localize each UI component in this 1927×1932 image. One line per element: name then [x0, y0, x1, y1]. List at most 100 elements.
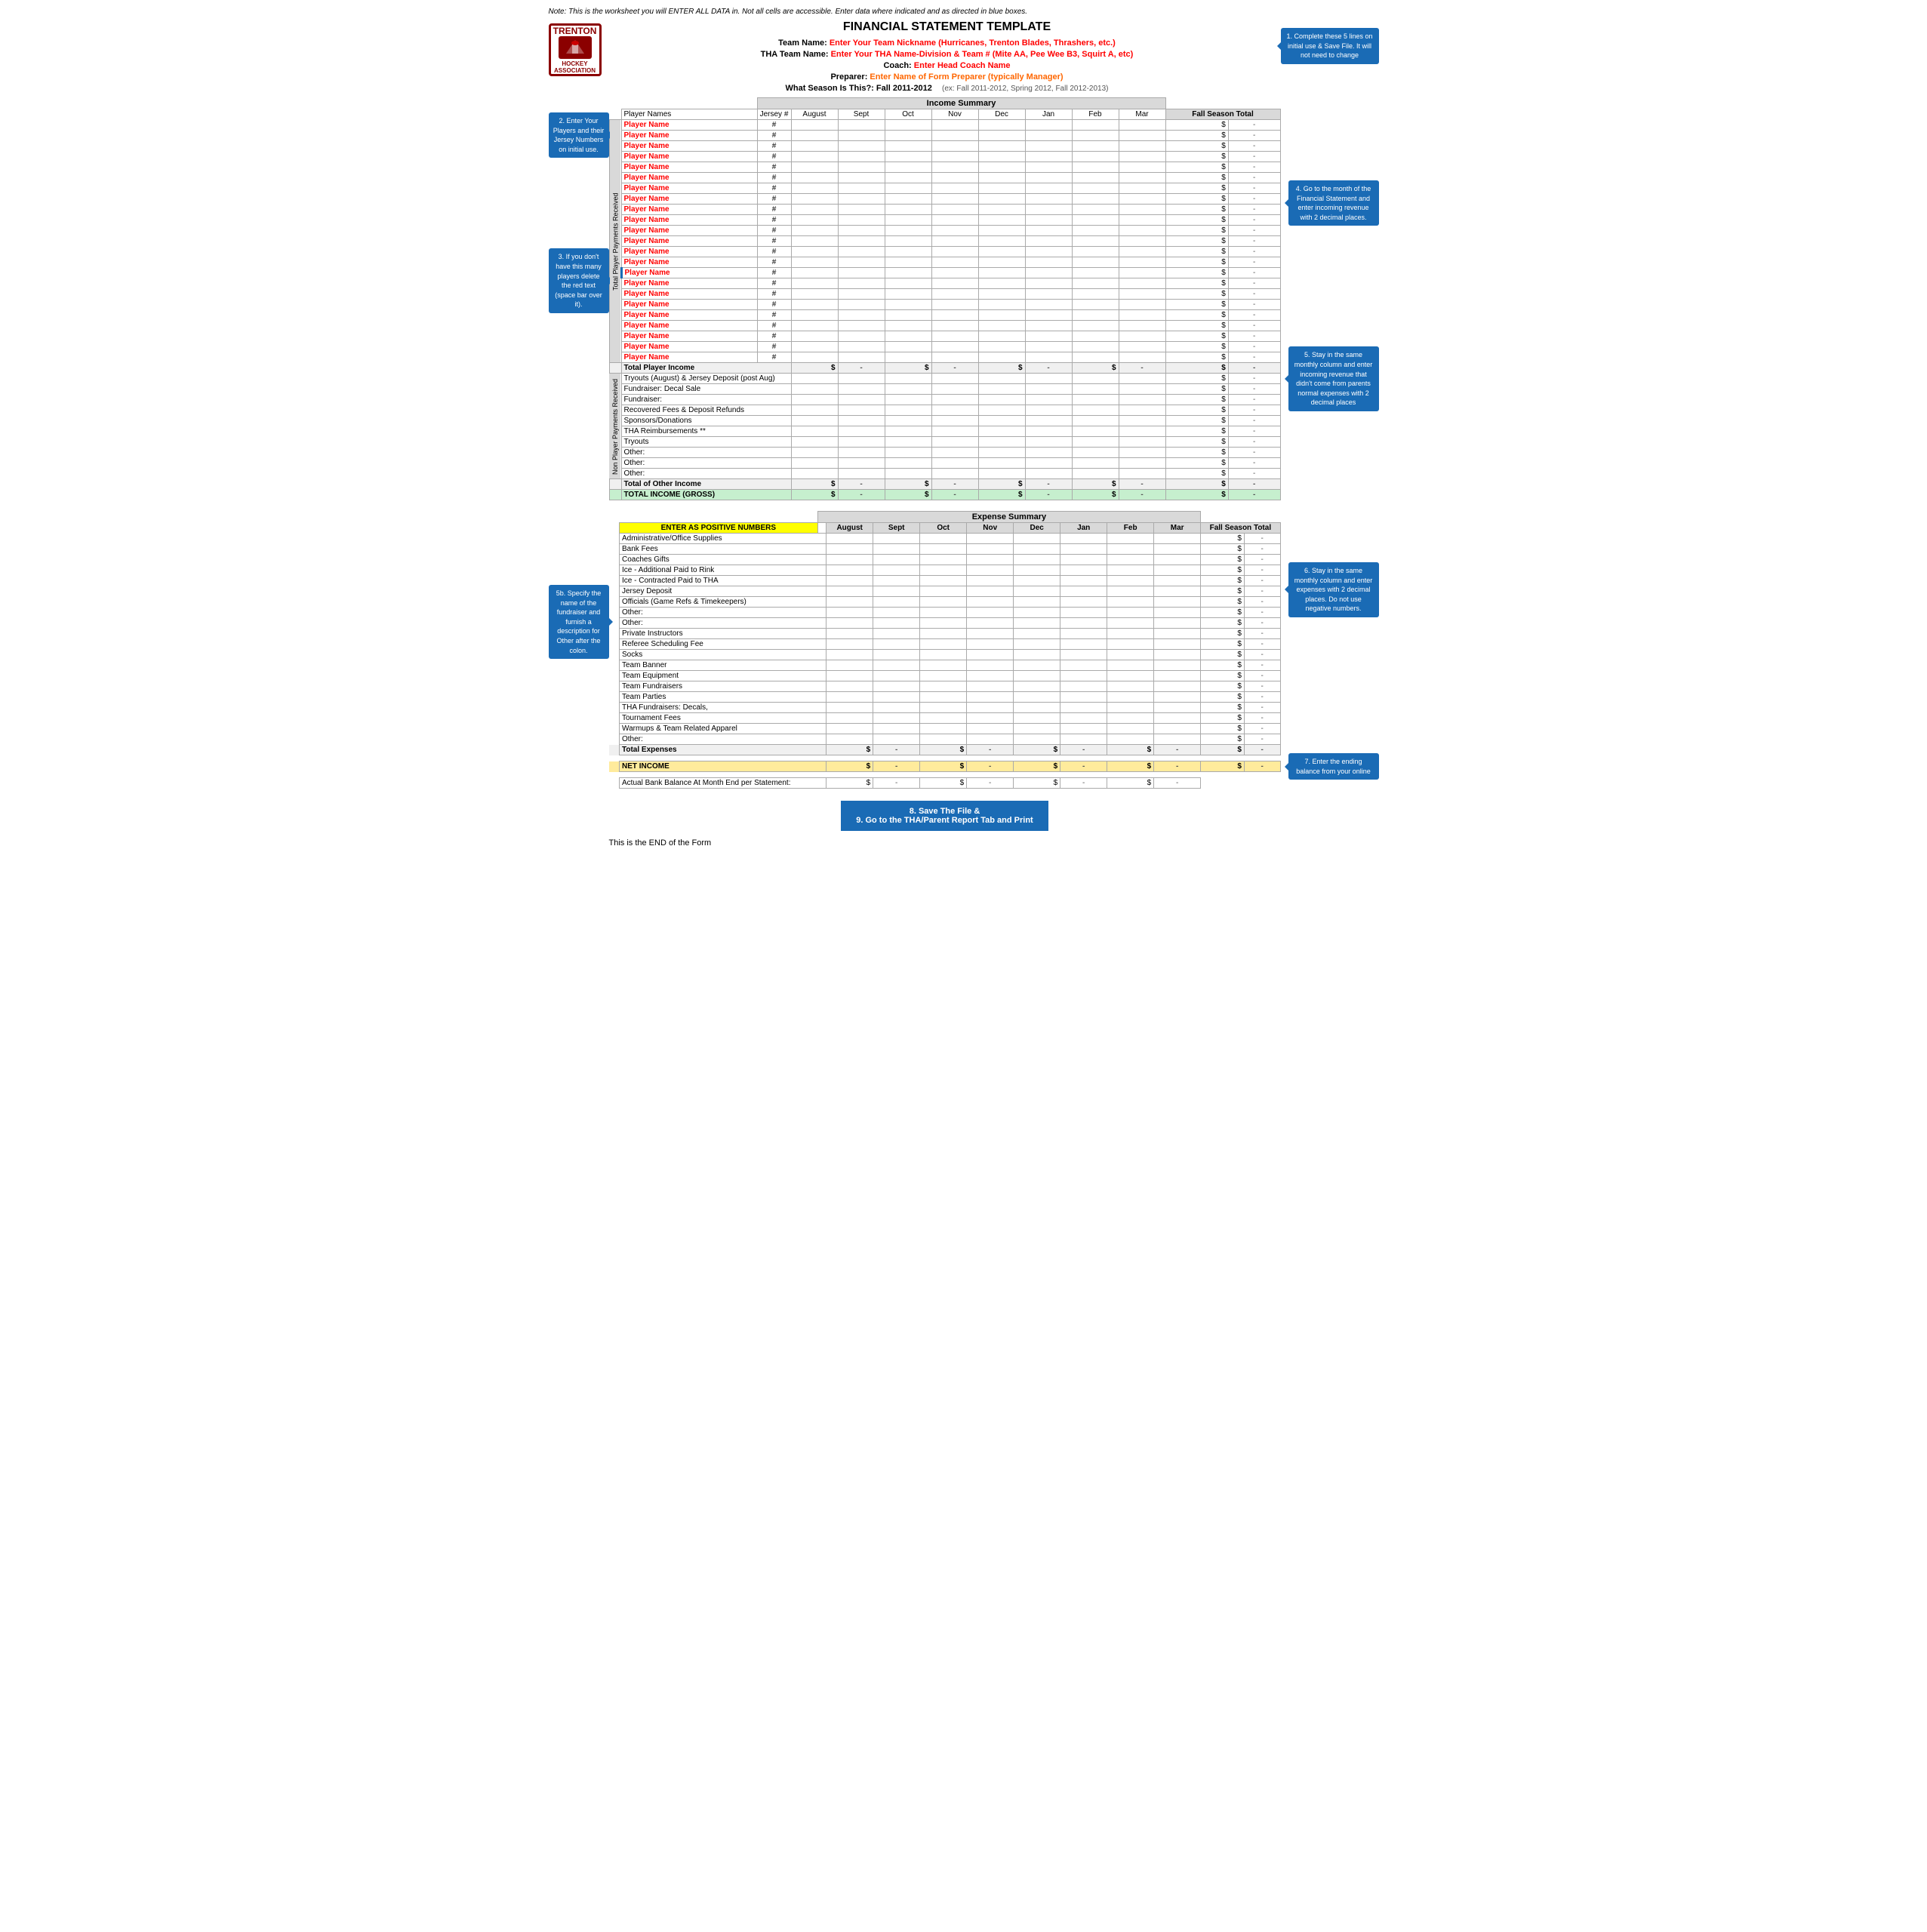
season-example: (ex: Fall 2011-2012, Spring 2012, Fall 2…: [942, 85, 1109, 93]
expense-row-11: Referee Scheduling Fee $-: [609, 639, 1281, 650]
expense-row-13: Team Banner $-: [609, 660, 1281, 671]
expense-row-8: Other: $-: [609, 608, 1281, 618]
logo-image: [559, 36, 592, 59]
team-name-value: Enter Your Team Nickname (Hurricanes, Tr…: [830, 38, 1116, 48]
end-note: This is the END of the Form: [609, 838, 1281, 848]
feb-header: Feb: [1072, 109, 1119, 120]
tip2-box: 2. Enter Your Players and their Jersey N…: [549, 112, 609, 158]
player-row-12: Player Name # $-: [609, 236, 1280, 247]
player-row-20: Player Name # $-: [609, 321, 1280, 331]
tha-value: Enter Your THA Name-Division & Team # (M…: [831, 50, 1134, 59]
expense-row-17: THA Fundraisers: Decals, $-: [609, 703, 1281, 713]
non-player-row-9: Other: $-: [609, 458, 1280, 469]
season-line: What Season Is This?: Fall 2011-2012 (ex…: [614, 84, 1281, 93]
expense-row-12: Socks $-: [609, 650, 1281, 660]
player-row-19: Player Name # $-: [609, 310, 1280, 321]
preparer-label: Preparer:: [830, 72, 867, 82]
player-row-17: Player Name # $-: [609, 289, 1280, 300]
aug-header: August: [791, 109, 838, 120]
expense-row-3: Coaches Gifts $-: [609, 555, 1281, 565]
dec-header: Dec: [978, 109, 1025, 120]
expense-row-5: Ice - Contracted Paid to THA $-: [609, 576, 1281, 586]
player-row-6: Player Name # $-: [609, 173, 1280, 183]
tha-line: THA Team Name: Enter Your THA Name-Divis…: [614, 50, 1281, 59]
income-summary-header: Income Summary: [757, 98, 1165, 109]
player-row-13: Player Name # $-: [609, 247, 1280, 257]
non-player-rotated: Non Player Payments Received: [609, 374, 621, 479]
total-income-gross-label: TOTAL INCOME (GROSS): [621, 490, 791, 500]
player-row-10: Player Name # $-: [609, 215, 1280, 226]
expense-table: Expense Summary ENTER AS POSITIVE NUMBER…: [609, 511, 1281, 789]
non-player-row-3: Fundraiser: $-: [609, 395, 1280, 405]
preparer-line: Preparer: Enter Name of Form Preparer (t…: [614, 72, 1281, 82]
bottom-buttons: 8. Save The File & 9. Go to the THA/Pare…: [609, 801, 1281, 831]
team-name-line: Team Name: Enter Your Team Nickname (Hur…: [614, 38, 1281, 48]
player-row-2: Player Name # $-: [609, 131, 1280, 141]
coach-label: Coach:: [883, 61, 911, 70]
non-player-row-2: Fundraiser: Decal Sale $-: [609, 384, 1280, 395]
net-income-label: NET INCOME: [620, 761, 827, 772]
total-player-income-label: Total Player Income: [621, 363, 791, 374]
tip7-box: 7. Enter the ending balance from your on…: [1288, 753, 1379, 780]
player-row-22: Player Name # $-: [609, 342, 1280, 352]
player-row-14: Player Name # $-: [609, 257, 1280, 268]
player-name-2[interactable]: Player Name: [621, 131, 757, 141]
total-other-income-label: Total of Other Income: [621, 479, 791, 490]
expense-row-19: Warmups & Team Related Apparel $-: [609, 724, 1281, 734]
expense-row-9: Other: $-: [609, 618, 1281, 629]
player-row-3: Player Name # $-: [609, 141, 1280, 152]
logo-text-hockey: HOCKEYASSOCIATION: [554, 60, 596, 74]
expense-row-4: Ice - Additional Paid to Rink $-: [609, 565, 1281, 576]
total-expenses-row: Total Expenses $- $- $- $- $-: [609, 745, 1281, 755]
sept-header: Sept: [838, 109, 885, 120]
season-value: Fall 2011-2012: [876, 84, 932, 93]
season-label: What Season Is This?:: [785, 84, 873, 93]
preparer-value: Enter Name of Form Preparer (typically M…: [870, 72, 1063, 82]
non-player-row-5: Sponsors/Donations $-: [609, 416, 1280, 426]
total-player-income-row: Total Player Income $- $- $- $- $-: [609, 363, 1280, 374]
expense-row-15: Team Fundraisers $-: [609, 681, 1281, 692]
outer-layout: 2. Enter Your Players and their Jersey N…: [549, 97, 1379, 848]
expense-row-2: Bank Fees $-: [609, 544, 1281, 555]
tip5b-box: 5b. Specify the name of the fundraiser a…: [549, 585, 609, 659]
expense-row-6: Jersey Deposit $-: [609, 586, 1281, 597]
fall-season-header: Fall Season Total: [1165, 109, 1280, 120]
title-area: FINANCIAL STATEMENT TEMPLATE Team Name: …: [614, 20, 1281, 93]
expense-row-7: Officials (Game Refs & Timekeepers) $-: [609, 597, 1281, 608]
player-row-11: Player Name # $-: [609, 226, 1280, 236]
expense-summary-header: Expense Summary: [817, 512, 1201, 523]
expense-row-20: Other: $-: [609, 734, 1281, 745]
jersey-header: Jersey #: [757, 109, 791, 120]
bank-balance-row: Actual Bank Balance At Month End per Sta…: [609, 778, 1281, 789]
income-table: Income Summary Player Names Jersey # Aug…: [609, 97, 1281, 500]
mar-header: Mar: [1119, 109, 1165, 120]
expense-row-1: Administrative/Office Supplies $-: [609, 534, 1281, 544]
tip3-box: 3. If you don't have this many players d…: [549, 248, 609, 313]
non-player-row-6: THA Reimbursements ** $-: [609, 426, 1280, 437]
player-names-header: Player Names: [621, 109, 757, 120]
bank-balance-label: Actual Bank Balance At Month End per Sta…: [620, 778, 827, 789]
tip6-box: 6. Stay in the same monthly column and e…: [1288, 562, 1379, 617]
player-row-4: Player Name # $-: [609, 152, 1280, 162]
team-name-label: Team Name:: [778, 38, 827, 48]
player-row-16: Player Name # $-: [609, 278, 1280, 289]
player-row-23: Player Name # $-: [609, 352, 1280, 363]
player-name-1[interactable]: Player Name: [621, 120, 757, 131]
expense-row-10: Private Instructors $-: [609, 629, 1281, 639]
top-note: Note: This is the worksheet you will ENT…: [549, 8, 1379, 16]
tip1-box: 1. Complete these 5 lines on initial use…: [1281, 28, 1379, 64]
player-row-15: Player Name # $-: [609, 268, 1280, 278]
player-row-5: Player Name # $-: [609, 162, 1280, 173]
save-print-button[interactable]: 8. Save The File & 9. Go to the THA/Pare…: [841, 801, 1048, 831]
jersey-1[interactable]: #: [757, 120, 791, 131]
player-row-21: Player Name # $-: [609, 331, 1280, 342]
expense-row-18: Tournament Fees $-: [609, 713, 1281, 724]
main-title: FINANCIAL STATEMENT TEMPLATE: [614, 20, 1281, 34]
net-income-row: NET INCOME $- $- $- $- $-: [609, 761, 1281, 772]
total-income-gross-row: TOTAL INCOME (GROSS) $- $- $- $- $-: [609, 490, 1280, 500]
right-tips: 4. Go to the month of the Financial Stat…: [1281, 97, 1379, 848]
page: Note: This is the worksheet you will ENT…: [549, 8, 1379, 848]
player-row-7: Player Name # $-: [609, 183, 1280, 194]
enter-positive-label: ENTER AS POSITIVE NUMBERS: [620, 523, 818, 534]
player-row-9: Player Name # $-: [609, 205, 1280, 215]
